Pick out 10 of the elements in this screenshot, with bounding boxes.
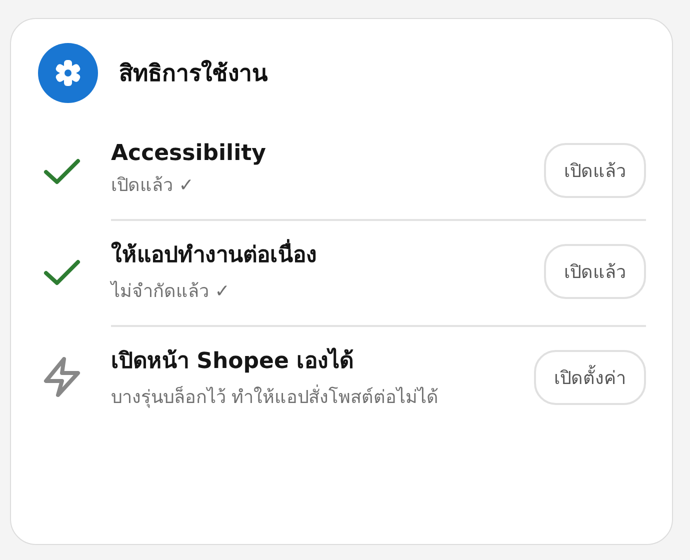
permission-status: เปิดแล้ว ✓	[111, 174, 195, 198]
permission-title: เปิดหน้า Shopee เองได้	[111, 346, 355, 376]
permission-title: ให้แอปทำงานต่อเนื่อง	[111, 236, 532, 272]
permission-status: ไม่จำกัดแล้ว ✓	[111, 280, 231, 304]
permission-status: บางรุ่นบล็อกไว้ ทำให้แอปสั่งโพสต์ต่อไม่ได้	[111, 384, 440, 410]
permission-button[interactable]: เปิดตั้งค่า	[534, 350, 646, 405]
section-title: สิทธิการใช้งาน	[119, 58, 268, 89]
permission-button[interactable]: เปิดแล้ว	[544, 244, 646, 300]
permission-title: Accessibility	[111, 141, 267, 166]
permission-button[interactable]: เปิดแล้ว	[544, 143, 646, 198]
